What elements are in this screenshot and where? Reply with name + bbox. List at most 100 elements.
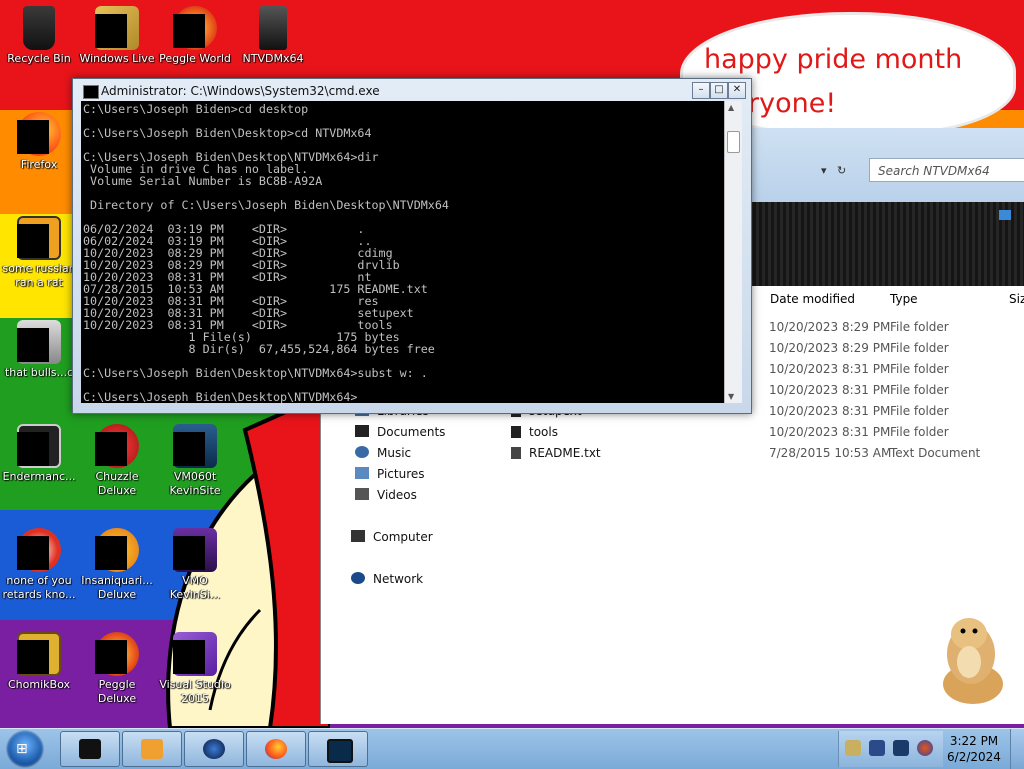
desktop-icon-windows-live[interactable]: Windows Live — [78, 6, 156, 66]
volume-icon[interactable] — [917, 740, 933, 756]
network-icon[interactable] — [893, 740, 909, 756]
row-type: File folder — [890, 362, 949, 376]
view-options-icon[interactable] — [999, 210, 1011, 220]
row-type: File folder — [890, 383, 949, 397]
desktop-icon-label: Peggle Deluxe — [97, 678, 137, 705]
maximize-button[interactable]: □ — [710, 82, 728, 99]
desktop-icon-label: none of you retards kno... — [2, 574, 76, 601]
minimize-button[interactable]: – — [692, 82, 710, 99]
desktop-icon-none-of-you[interactable]: none of you retards kno... — [0, 528, 78, 602]
console-text: C:\Users\Joseph Biden>cd desktop C:\User… — [83, 102, 449, 403]
nav-label: Music — [377, 446, 412, 460]
desktop-icon-label: Firefox — [20, 158, 58, 171]
firefox-icon — [17, 112, 61, 156]
file-item-readme[interactable]: README.txt — [511, 446, 601, 460]
folder-icon — [251, 6, 295, 50]
desktop-icon-label: Insaniquari... Deluxe — [81, 574, 153, 601]
windows-live-icon — [95, 6, 139, 50]
desktop-icon-firefox[interactable]: Firefox — [0, 112, 78, 172]
column-header-size[interactable]: Siz — [1009, 292, 1024, 306]
hamster-mascot-image — [933, 604, 1009, 708]
taskbar: ⊞ 3:22 PM 6/2/2024 — [0, 728, 1024, 769]
desktop-icon-chuzzle-deluxe[interactable]: Chuzzle Deluxe — [78, 424, 156, 498]
globe-icon — [203, 739, 225, 759]
column-header-type[interactable]: Type — [890, 292, 918, 306]
taskbar-button-cmd[interactable] — [60, 731, 120, 767]
desktop-icon-insaniquarium[interactable]: Insaniquari... Deluxe — [78, 528, 156, 602]
documents-icon — [355, 425, 369, 437]
scroll-down-icon[interactable]: ▼ — [728, 392, 734, 401]
text-file-icon — [511, 447, 521, 459]
shield-icon[interactable] — [869, 740, 885, 756]
close-button[interactable]: ✕ — [728, 82, 746, 99]
file-item-tools[interactable]: tools — [511, 425, 558, 439]
row-type: File folder — [890, 425, 949, 439]
desktop-icon-visual-studio[interactable]: Visual Studio 2015 — [156, 632, 234, 706]
taskbar-button-firefox[interactable] — [246, 731, 306, 767]
row-date: 7/28/2015 10:53 AM — [769, 446, 892, 460]
scrollbar-thumb[interactable] — [727, 131, 740, 153]
search-input[interactable]: Search NTVDMx64 — [869, 158, 1024, 182]
desktop-icon-some-russian[interactable]: some russian ran a rat — [0, 216, 78, 290]
cmd-window[interactable]: Administrator: C:\Windows\System32\cmd.e… — [72, 78, 752, 414]
desktop-icon-peggle-deluxe[interactable]: Peggle Deluxe — [78, 632, 156, 706]
nav-item-documents[interactable]: Documents — [355, 425, 445, 439]
file-name: README.txt — [529, 446, 601, 460]
desktop-icon-label: that bulls...c — [4, 366, 74, 379]
chuzzle-icon — [95, 424, 139, 468]
column-header-date-modified[interactable]: Date modified — [770, 292, 855, 306]
app-icon — [17, 424, 61, 468]
desktop-icon-label: VM060t KevinSite — [169, 470, 221, 497]
clock-time: 3:22 PM — [949, 734, 999, 748]
desktop-icon-vmo-kevinsite[interactable]: VMO KevinSi... — [156, 528, 234, 602]
desktop-icon-recycle-bin[interactable]: Recycle Bin — [0, 6, 78, 66]
nav-label: Pictures — [377, 467, 425, 481]
cmd-icon — [79, 739, 101, 759]
peggle-icon — [95, 632, 139, 676]
row-date: 10/20/2023 8:29 PM — [769, 320, 891, 334]
desktop-icon-label: NTVDMx64 — [242, 52, 304, 65]
firefox-icon — [265, 739, 287, 759]
row-date: 10/20/2023 8:31 PM — [769, 404, 891, 418]
nav-item-computer[interactable]: Computer — [351, 530, 433, 544]
desktop-icon-endermanc[interactable]: Endermanc... — [0, 424, 78, 484]
nav-item-music[interactable]: Music — [355, 446, 411, 460]
desktop-icon-vm060t[interactable]: VM060t KevinSite — [156, 424, 234, 498]
app-icon — [173, 424, 217, 468]
show-desktop-button[interactable] — [1010, 729, 1024, 769]
row-date: 10/20/2023 8:29 PM — [769, 341, 891, 355]
nav-item-videos[interactable]: Videos — [355, 488, 417, 502]
desktop-icon-ntvdmx64[interactable]: NTVDMx64 — [234, 6, 312, 66]
vertical-scrollbar[interactable]: ▲ ▼ — [724, 101, 742, 403]
console-output[interactable]: C:\Users\Joseph Biden>cd desktop C:\User… — [81, 101, 724, 403]
pictures-icon — [355, 467, 369, 479]
row-date: 10/20/2023 8:31 PM — [769, 362, 891, 376]
taskbar-clock[interactable]: 3:22 PM 6/2/2024 — [944, 733, 1004, 765]
recycle-bin-icon — [17, 6, 61, 50]
desktop-icon-that-bulls[interactable]: that bulls...c — [0, 320, 78, 380]
nav-label: Computer — [373, 530, 433, 544]
row-type: File folder — [890, 341, 949, 355]
refresh-icon[interactable]: ▾ ↻ — [821, 164, 846, 177]
cmd-icon — [83, 85, 99, 99]
taskbar-button-media-player[interactable] — [122, 731, 182, 767]
taskbar-button-globe[interactable] — [184, 731, 244, 767]
network-icon — [351, 572, 365, 584]
nav-item-network[interactable]: Network — [351, 572, 423, 586]
app-icon — [17, 528, 61, 572]
insaniquarium-icon — [95, 528, 139, 572]
nav-item-pictures[interactable]: Pictures — [355, 467, 425, 481]
taskbar-button-console[interactable] — [308, 731, 368, 767]
folder-icon — [511, 426, 521, 438]
row-type: File folder — [890, 404, 949, 418]
desktop-icon-chomikbox[interactable]: ChomikBox — [0, 632, 78, 692]
peggle-world-icon — [173, 6, 217, 50]
scroll-up-icon[interactable]: ▲ — [728, 103, 734, 112]
desktop-icon-peggle-world[interactable]: Peggle World — [156, 6, 234, 66]
app-icon — [17, 216, 61, 260]
visual-studio-icon — [173, 632, 217, 676]
window-title: Administrator: C:\Windows\System32\cmd.e… — [101, 84, 380, 98]
app-icon — [17, 320, 61, 364]
hamster-tray-icon[interactable] — [845, 740, 861, 756]
desktop-icon-label: Visual Studio 2015 — [159, 678, 231, 705]
